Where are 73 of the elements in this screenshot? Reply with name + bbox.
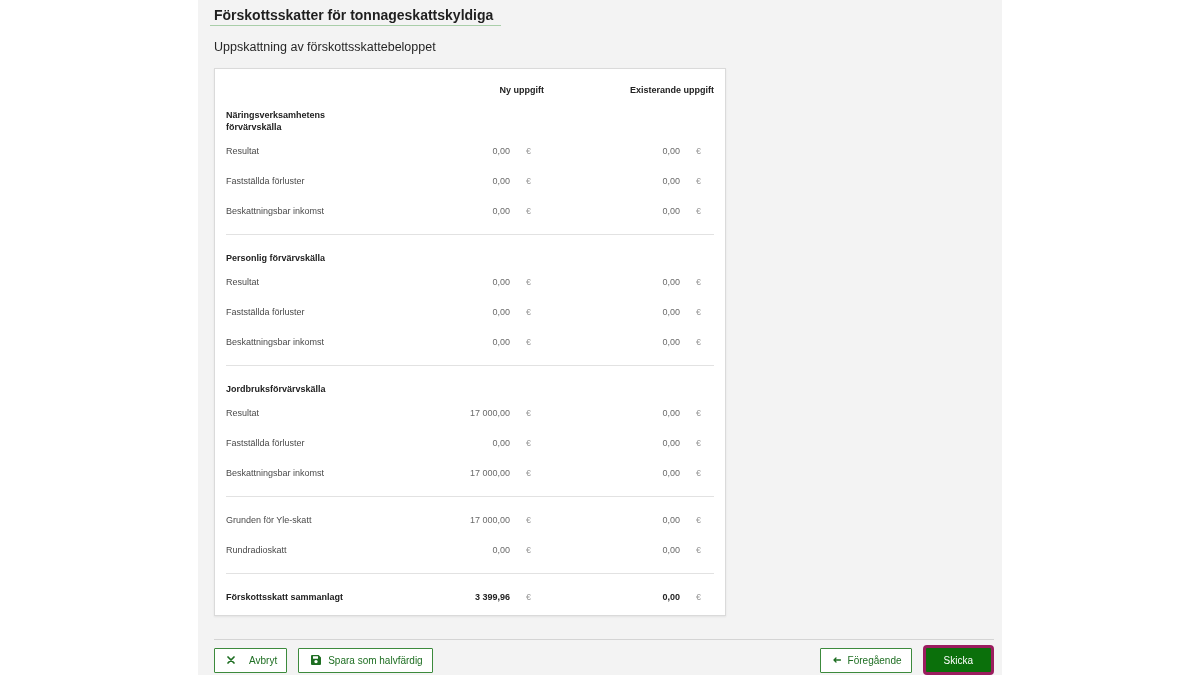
row-label: Resultat (226, 277, 260, 287)
currency-label: € (526, 592, 531, 602)
back-button[interactable]: Föregående (819, 647, 912, 673)
currency-label: € (526, 468, 531, 478)
row-label: Grunden för Yle-skatt (226, 515, 312, 525)
amount-value: 0,00 (662, 515, 680, 525)
total-amount: 0,00 (662, 592, 680, 602)
amount-value: 0,00 (662, 337, 680, 347)
total-label: Förskottsskatt sammanlagt (226, 592, 344, 602)
currency-label: € (526, 176, 531, 186)
currency-label: € (696, 592, 701, 602)
amount-value: 0,00 (492, 337, 510, 347)
currency-label: € (526, 408, 531, 418)
amount-value: 0,00 (492, 206, 510, 216)
amount-value: 0,00 (492, 307, 510, 317)
row-label: Beskattningsbar inkomst (226, 468, 325, 478)
currency-label: € (696, 468, 701, 478)
currency-label: € (526, 146, 531, 156)
currency-label: € (526, 337, 531, 347)
save-button[interactable]: Spara som halvfärdig (298, 647, 433, 673)
currency-label: € (696, 337, 701, 347)
currency-label: € (696, 206, 701, 216)
group-heading: Personlig förvärvskälla (226, 253, 326, 263)
column-header: Existerande uppgift (630, 85, 714, 95)
row-label: Fastställda förluster (226, 176, 305, 186)
amount-value: 0,00 (662, 468, 680, 478)
total-amount: 3 399,96 (474, 592, 510, 602)
amount-value: 0,00 (662, 206, 680, 216)
amount-value: 0,00 (492, 277, 510, 287)
amount-value: 0,00 (492, 545, 510, 555)
currency-label: € (696, 545, 701, 555)
currency-label: € (696, 307, 701, 317)
amount-value: 17 000,00 (469, 408, 510, 418)
amount-value: 0,00 (662, 277, 680, 287)
amount-value: 0,00 (492, 176, 510, 186)
currency-label: € (696, 408, 701, 418)
row-label: Beskattningsbar inkomst (226, 337, 325, 347)
cancel-button[interactable]: Avbryt (214, 647, 288, 673)
group-heading: Näringsverksamhetens förvärvskälla (226, 110, 326, 132)
submit-button[interactable]: Skicka (922, 645, 994, 675)
amount-value: 0,00 (662, 146, 680, 156)
row-label: Resultat (226, 408, 260, 418)
currency-label: € (526, 515, 531, 525)
row-label: Fastställda förluster (226, 438, 305, 448)
currency-label: € (526, 438, 531, 448)
amount-value: 17 000,00 (469, 468, 510, 478)
currency-label: € (526, 206, 531, 216)
currency-label: € (526, 545, 531, 555)
row-label: Beskattningsbar inkomst (226, 206, 325, 216)
amount-value: 0,00 (662, 545, 680, 555)
amount-value: 0,00 (662, 307, 680, 317)
amount-value: 0,00 (662, 408, 680, 418)
currency-label: € (696, 515, 701, 525)
row-label: Fastställda förluster (226, 307, 305, 317)
currency-label: € (696, 277, 701, 287)
currency-label: € (696, 438, 701, 448)
amount-value: 0,00 (662, 438, 680, 448)
amount-value: 0,00 (662, 176, 680, 186)
section-subtitle: Uppskattning av förskottsskattebeloppet (214, 40, 436, 54)
row-label: Resultat (226, 146, 260, 156)
arrow-left-icon (832, 657, 841, 663)
amount-value: 17 000,00 (469, 515, 510, 525)
close-icon (227, 656, 235, 664)
column-header: Ny uppgift (499, 85, 544, 95)
currency-label: € (696, 146, 701, 156)
amount-value: 0,00 (492, 146, 510, 156)
currency-label: € (526, 277, 531, 287)
group-heading: Jordbruksförvärvskälla (226, 384, 326, 394)
page-title: Förskottsskatter för tonnageskattskyldiga (210, 6, 502, 26)
row-label: Rundradioskatt (226, 545, 287, 555)
currency-label: € (526, 307, 531, 317)
currency-label: € (696, 176, 701, 186)
amount-value: 0,00 (492, 438, 510, 448)
